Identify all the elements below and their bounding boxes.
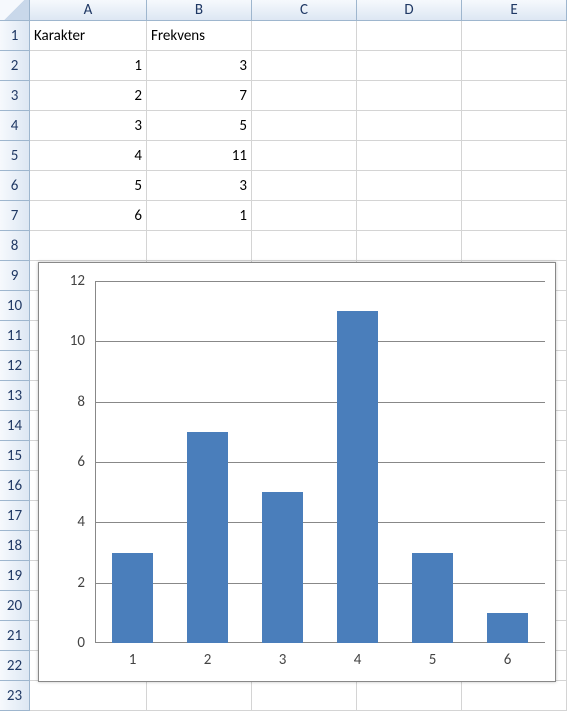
cell[interactable] bbox=[357, 51, 462, 81]
cell[interactable] bbox=[147, 681, 252, 711]
cell-B5[interactable]: 11 bbox=[147, 141, 252, 171]
row-header[interactable]: 7 bbox=[0, 201, 30, 231]
chart-x-tick: 5 bbox=[429, 651, 437, 669]
cell[interactable] bbox=[357, 81, 462, 111]
cell[interactable] bbox=[462, 111, 567, 141]
chart-bar bbox=[337, 311, 378, 643]
chart-x-tick: 4 bbox=[354, 651, 362, 669]
row-header[interactable]: 8 bbox=[0, 231, 30, 261]
cell[interactable] bbox=[252, 681, 357, 711]
cell[interactable] bbox=[462, 81, 567, 111]
cell-A1[interactable]: Karakter bbox=[30, 21, 147, 51]
row-header[interactable]: 15 bbox=[0, 441, 30, 471]
cell[interactable] bbox=[462, 51, 567, 81]
chart-x-tick: 6 bbox=[504, 651, 512, 669]
row-header[interactable]: 3 bbox=[0, 81, 30, 111]
cell[interactable] bbox=[462, 141, 567, 171]
cell-A2[interactable]: 1 bbox=[30, 51, 147, 81]
row-header[interactable]: 17 bbox=[0, 501, 30, 531]
chart-bar bbox=[412, 553, 453, 644]
cell[interactable] bbox=[147, 231, 252, 261]
row-header[interactable]: 14 bbox=[0, 411, 30, 441]
cell-B7[interactable]: 1 bbox=[147, 201, 252, 231]
cell-B6[interactable]: 3 bbox=[147, 171, 252, 201]
cell[interactable] bbox=[357, 111, 462, 141]
row-header[interactable]: 11 bbox=[0, 321, 30, 351]
chart-bar bbox=[262, 492, 303, 643]
row-header[interactable]: 23 bbox=[0, 681, 30, 711]
row-header[interactable]: 19 bbox=[0, 561, 30, 591]
cell[interactable] bbox=[462, 231, 567, 261]
col-header-E[interactable]: E bbox=[462, 0, 567, 21]
cell-B4[interactable]: 5 bbox=[147, 111, 252, 141]
row-header[interactable]: 20 bbox=[0, 591, 30, 621]
row-header[interactable]: 6 bbox=[0, 171, 30, 201]
row-header[interactable]: 4 bbox=[0, 111, 30, 141]
row-header[interactable]: 12 bbox=[0, 351, 30, 381]
chart-bar bbox=[487, 613, 528, 643]
cell-A6[interactable]: 5 bbox=[30, 171, 147, 201]
chart-bar bbox=[112, 553, 153, 644]
cell[interactable] bbox=[357, 171, 462, 201]
chart-y-tick: 10 bbox=[70, 332, 85, 350]
select-all-corner[interactable] bbox=[0, 0, 30, 21]
chart-x-tick: 2 bbox=[204, 651, 212, 669]
chart-x-tick: 1 bbox=[129, 651, 137, 669]
cell[interactable] bbox=[252, 51, 357, 81]
cell-A4[interactable]: 3 bbox=[30, 111, 147, 141]
row-header[interactable]: 18 bbox=[0, 531, 30, 561]
col-header-A[interactable]: A bbox=[30, 0, 147, 21]
cell[interactable] bbox=[357, 201, 462, 231]
cell-E1[interactable] bbox=[462, 21, 567, 51]
row-header[interactable]: 16 bbox=[0, 471, 30, 501]
cell[interactable] bbox=[252, 111, 357, 141]
cell[interactable] bbox=[357, 681, 462, 711]
cell[interactable] bbox=[252, 231, 357, 261]
cell-C1[interactable] bbox=[252, 21, 357, 51]
col-header-C[interactable]: C bbox=[252, 0, 357, 21]
row-header[interactable]: 13 bbox=[0, 381, 30, 411]
chart-axes bbox=[95, 281, 545, 643]
chart-y-tick: 4 bbox=[77, 513, 85, 531]
chart-bar bbox=[187, 432, 228, 643]
row-header[interactable]: 22 bbox=[0, 651, 30, 681]
cell[interactable] bbox=[357, 231, 462, 261]
cell-A5[interactable]: 4 bbox=[30, 141, 147, 171]
chart-y-tick: 12 bbox=[70, 272, 85, 290]
row-header[interactable]: 9 bbox=[0, 261, 30, 291]
chart-y-tick: 2 bbox=[77, 574, 85, 592]
cell[interactable] bbox=[462, 201, 567, 231]
chart-y-tick: 0 bbox=[77, 634, 85, 652]
chart-y-tick: 6 bbox=[77, 453, 85, 471]
cell[interactable] bbox=[252, 171, 357, 201]
row-header[interactable]: 1 bbox=[0, 21, 30, 51]
row-header[interactable]: 21 bbox=[0, 621, 30, 651]
cell-A3[interactable]: 2 bbox=[30, 81, 147, 111]
cell[interactable] bbox=[462, 171, 567, 201]
cell[interactable] bbox=[252, 141, 357, 171]
row-header[interactable]: 2 bbox=[0, 51, 30, 81]
cell-B3[interactable]: 7 bbox=[147, 81, 252, 111]
cell[interactable] bbox=[462, 681, 567, 711]
cell-D1[interactable] bbox=[357, 21, 462, 51]
chart-y-tick: 8 bbox=[77, 393, 85, 411]
cell[interactable] bbox=[252, 201, 357, 231]
col-header-D[interactable]: D bbox=[357, 0, 462, 21]
embedded-chart[interactable]: 024681012123456 bbox=[38, 262, 556, 682]
cell-A7[interactable]: 6 bbox=[30, 201, 147, 231]
cell-B2[interactable]: 3 bbox=[147, 51, 252, 81]
row-header[interactable]: 10 bbox=[0, 291, 30, 321]
col-header-B[interactable]: B bbox=[147, 0, 252, 21]
chart-x-tick: 3 bbox=[279, 651, 287, 669]
cell[interactable] bbox=[357, 141, 462, 171]
cell[interactable] bbox=[30, 231, 147, 261]
row-header[interactable]: 5 bbox=[0, 141, 30, 171]
chart-plot-area: 024681012123456 bbox=[95, 281, 545, 643]
cell[interactable] bbox=[30, 681, 147, 711]
cell[interactable] bbox=[252, 81, 357, 111]
cell-B1[interactable]: Frekvens bbox=[147, 21, 252, 51]
